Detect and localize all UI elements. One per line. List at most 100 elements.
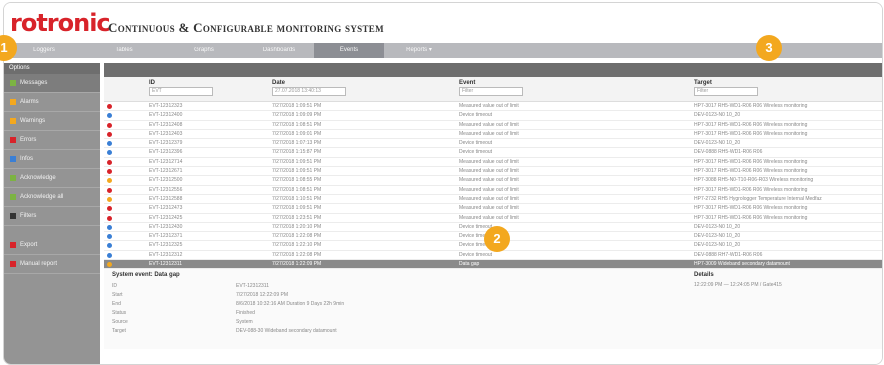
- cell-target: DEV-0888 RH7-WD1-R06 R06: [694, 251, 763, 258]
- cell-id: EVT-12312714: [149, 158, 183, 165]
- nav-graphs[interactable]: Graphs: [164, 43, 244, 58]
- target-filter-input[interactable]: Filter: [694, 87, 758, 96]
- nav-tables[interactable]: Tables: [84, 43, 164, 58]
- sidebar-item-messages[interactable]: Messages: [4, 74, 100, 93]
- events-panel: ID EVT Date 27.07.2018 13:40:13 Event Fi…: [104, 63, 882, 364]
- cell-id: EVT-12312408: [149, 121, 183, 128]
- table-row[interactable]: EVT-12312400 7/27/2018 1:09:09 PM Device t…: [104, 111, 882, 121]
- sidebar-item-manual-report[interactable]: Manual report: [4, 255, 100, 274]
- cell-id: EVT-12312588: [149, 195, 183, 202]
- table-row[interactable]: EVT-12312379 7/27/2018 1:07:13 PM Device t…: [104, 139, 882, 149]
- status-dot-icon: [107, 224, 112, 230]
- cell-date: 7/27/2018 1:09:51 PM: [272, 168, 322, 175]
- cell-date: 7/27/2018 1:10:51 PM: [272, 195, 322, 202]
- sidebar-item-warnings[interactable]: Warnings: [4, 112, 100, 131]
- cell-id: EVT-12312312: [149, 251, 183, 258]
- cell-date: 7/27/2018 1:22:08 PM: [272, 251, 322, 258]
- status-dot-icon: [107, 196, 112, 202]
- cell-date: 7/27/2018 1:07:13 PM: [272, 140, 322, 147]
- cell-id: EVT-12312371: [149, 233, 183, 240]
- sidebar-item-label: Infos: [20, 156, 34, 162]
- col-header-date: Date: [272, 80, 286, 86]
- detail-key: ID: [112, 283, 117, 290]
- table-row[interactable]: EVT-12312396 7/27/2018 1:15:87 PM Device t…: [104, 148, 882, 158]
- cell-event: Device timeout: [459, 112, 493, 119]
- table-row[interactable]: EVT-12312312 7/27/2018 1:22:08 PM Device t…: [104, 251, 882, 261]
- nav-reports-label: Reports: [406, 47, 428, 53]
- cell-target: HP7-3017 RH5-WD1-R06 R06 Wireless monito…: [694, 103, 808, 109]
- table-row[interactable]: EVT-12312473 7/27/2018 1:09:51 PM Measured…: [104, 204, 882, 214]
- nav-reports[interactable]: Reports ▾: [384, 43, 454, 58]
- chevron-down-icon: ▾: [428, 47, 432, 53]
- table-row[interactable]: EVT-12312311 7/27/2018 1:22:09 PM Data gap…: [104, 260, 882, 270]
- date-filter-input[interactable]: 27.07.2018 13:40:13: [272, 87, 346, 96]
- cell-id: EVT-12312400: [149, 112, 183, 119]
- nav-dashboards[interactable]: Dashboards: [244, 43, 314, 58]
- details-side-value: 12:22:09 PM — 12:24:05 PM / Gate415: [694, 282, 782, 289]
- table-row[interactable]: EVT-12312556 7/27/2018 1:08:51 PM Measured…: [104, 186, 882, 195]
- table-row[interactable]: EVT-12312500 7/27/2018 1:08:55 PM Measured…: [104, 176, 882, 186]
- sidebar-item-export[interactable]: Export: [4, 236, 100, 255]
- status-dot-icon: [107, 234, 112, 240]
- cell-target: DEV-0123-N0 10_20: [694, 233, 741, 240]
- detail-key: Source: [112, 319, 128, 326]
- sidebar-item-label: Filters: [20, 213, 37, 219]
- sidebar-item-infos[interactable]: Infos: [4, 150, 100, 169]
- id-filter-input[interactable]: EVT: [149, 87, 213, 96]
- detail-value: System: [236, 319, 253, 326]
- cell-id: EVT-12312403: [149, 130, 183, 137]
- table-row[interactable]: EVT-12312425 7/27/2018 1:23:51 PM Measured…: [104, 214, 882, 223]
- table-row[interactable]: EVT-12312323 7/27/2018 1:09:51 PM Measured…: [104, 102, 882, 112]
- cell-event: Measured value out of limit: [459, 177, 519, 184]
- table-row[interactable]: EVT-12312671 7/27/2018 1:09:51 PM Measured…: [104, 167, 882, 177]
- col-header-target: Target: [694, 80, 712, 86]
- cell-target: HP7-3017 RH5-WD1-R06 R06 Wireless monito…: [694, 214, 808, 221]
- cell-target: HP7-3017 RH5-WD1-R06 R06 Wireless monito…: [694, 205, 808, 212]
- status-square-icon: [10, 213, 16, 219]
- sidebar-item-acknowledge-all[interactable]: Acknowledge all: [4, 188, 100, 207]
- cell-id: EVT-12312323: [149, 103, 183, 109]
- status-square-icon: [10, 194, 16, 200]
- detail-value: DEV-088-30 Wideband secondary datamount: [236, 328, 337, 335]
- cell-date: 7/27/2018 1:09:09 PM: [272, 112, 322, 119]
- sidebar-item-acknowledge[interactable]: Acknowledge: [4, 169, 100, 188]
- cell-id: EVT-12312430: [149, 223, 183, 230]
- table-row[interactable]: EVT-12312714 7/27/2018 1:09:51 PM Measured…: [104, 158, 882, 168]
- cell-id: EVT-12312556: [149, 186, 183, 193]
- sidebar-item-filters[interactable]: Filters: [4, 207, 100, 226]
- status-dot-icon: [107, 131, 112, 137]
- cell-id: EVT-12312425: [149, 214, 183, 221]
- detail-key: Start: [112, 292, 123, 299]
- cell-target: HP7-3017 RH5-WD1-R06 R06 Wireless monito…: [694, 186, 808, 193]
- sidebar-item-alarms[interactable]: Alarms: [4, 93, 100, 112]
- sidebar-item-label: Warnings: [20, 118, 46, 124]
- cell-id: EVT-12312396: [149, 149, 183, 156]
- status-square-icon: [10, 80, 16, 86]
- cell-id: EVT-12312671: [149, 168, 183, 175]
- status-dot-icon: [107, 104, 112, 109]
- sidebar: Options Messages Alarms Warnings Errors Info…: [4, 63, 100, 364]
- cell-target: HP7-3017 RH5-WD1-R06 R06 Wireless monito…: [694, 130, 808, 137]
- cell-event: Measured value out of limit: [459, 205, 519, 212]
- cell-date: 7/27/2018 1:08:51 PM: [272, 121, 322, 128]
- status-square-icon: [10, 156, 16, 162]
- status-square-icon: [10, 242, 16, 248]
- status-dot-icon: [107, 206, 112, 212]
- table-row[interactable]: EVT-12312408 7/27/2018 1:08:51 PM Measured…: [104, 121, 882, 130]
- app-title: Continuous & Configurable monitoring sys…: [108, 20, 384, 35]
- sidebar-item-errors[interactable]: Errors: [4, 131, 100, 150]
- cell-date: 7/27/2018 1:15:87 PM: [272, 149, 322, 156]
- cell-date: 7/27/2018 1:23:51 PM: [272, 214, 322, 221]
- cell-id: EVT-12312325: [149, 242, 183, 249]
- status-dot-icon: [107, 178, 112, 184]
- cell-target: DEV-0123-N0 10_20: [694, 112, 741, 119]
- header: rotronic Continuous & Configurable monit…: [4, 3, 882, 43]
- cell-id: EVT-12312500: [149, 177, 183, 184]
- cell-target: HP7-3017 RH5-WD1-R06 R06 Wireless monito…: [694, 168, 808, 175]
- events-toolbar: [104, 63, 882, 77]
- table-row[interactable]: EVT-12312403 7/27/2018 1:09:01 PM Measured…: [104, 130, 882, 140]
- table-row[interactable]: EVT-12312588 7/27/2018 1:10:51 PM Measured…: [104, 195, 882, 205]
- nav-events[interactable]: Events: [314, 43, 384, 58]
- event-filter-input[interactable]: Filter: [459, 87, 523, 96]
- cell-event: Measured value out of limit: [459, 103, 519, 109]
